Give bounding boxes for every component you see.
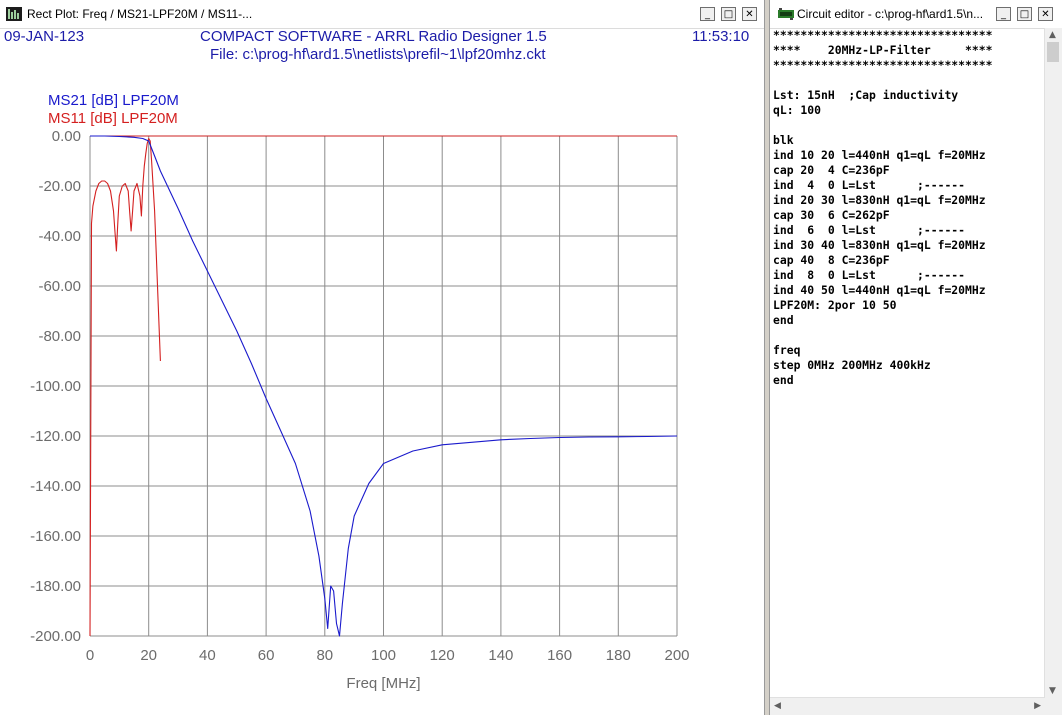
scroll-up-arrow-icon[interactable]: ▲	[1049, 30, 1056, 40]
editor-horizontal-scrollbar[interactable]: ◀ ▶	[770, 697, 1045, 715]
x-tick-label: 120	[430, 647, 455, 664]
y-tick-label: -40.00	[38, 228, 81, 245]
editor-window-title: Circuit editor - c:\prog-hf\ard1.5\n...	[797, 7, 984, 21]
y-tick-label: -60.00	[38, 278, 81, 295]
editor-title-bar[interactable]: Circuit editor - c:\prog-hf\ard1.5\n... …	[770, 0, 1062, 29]
series-line-ms11	[89, 137, 161, 637]
x-tick-label: 200	[664, 647, 689, 664]
editor-minimize-button[interactable]: _	[996, 7, 1011, 21]
editor-close-button[interactable]: ✕	[1038, 7, 1053, 21]
x-tick-label: 100	[371, 647, 396, 664]
y-tick-label: -160.00	[30, 528, 81, 545]
x-axis-label: Freq [MHz]	[346, 675, 420, 692]
rect-plot-window: Rect Plot: Freq / MS21-LPF20M / MS11-...…	[0, 0, 765, 715]
scroll-down-arrow-icon[interactable]: ▼	[1049, 686, 1056, 696]
y-tick-label: -180.00	[30, 578, 81, 595]
editor-app-icon	[778, 8, 794, 20]
rect-plot-chart: 0 20 40 60 80 100 120 140 160 180 200 0.00 -20.00 -40…	[30, 128, 689, 692]
scroll-left-arrow-icon[interactable]: ◀	[774, 701, 781, 711]
x-tick-label: 40	[199, 647, 216, 664]
x-tick-label: 140	[488, 647, 513, 664]
scrollbar-corner	[1045, 698, 1062, 715]
y-tick-label: -100.00	[30, 378, 81, 395]
circuit-editor-window: Circuit editor - c:\prog-hf\ard1.5\n... …	[769, 0, 1062, 715]
y-tick-label: -20.00	[38, 178, 81, 195]
x-tick-label: 180	[606, 647, 631, 664]
x-tick-label: 80	[316, 647, 333, 664]
editor-maximize-button[interactable]: □	[1017, 7, 1032, 21]
netlist-editor-text[interactable]: ******************************** **** 20…	[773, 28, 992, 388]
y-tick-label: -120.00	[30, 428, 81, 445]
y-tick-label: -200.00	[30, 628, 81, 645]
x-tick-label: 0	[86, 647, 94, 664]
scroll-right-arrow-icon[interactable]: ▶	[1034, 701, 1041, 711]
editor-vertical-scrollbar[interactable]: ▲ ▼	[1044, 28, 1062, 698]
y-tick-label: -80.00	[38, 328, 81, 345]
y-tick-label: -140.00	[30, 478, 81, 495]
scroll-thumb[interactable]	[1047, 42, 1059, 62]
x-tick-label: 60	[258, 647, 275, 664]
y-tick-label: 0.00	[52, 128, 81, 145]
x-tick-label: 20	[140, 647, 157, 664]
x-tick-label: 160	[547, 647, 572, 664]
